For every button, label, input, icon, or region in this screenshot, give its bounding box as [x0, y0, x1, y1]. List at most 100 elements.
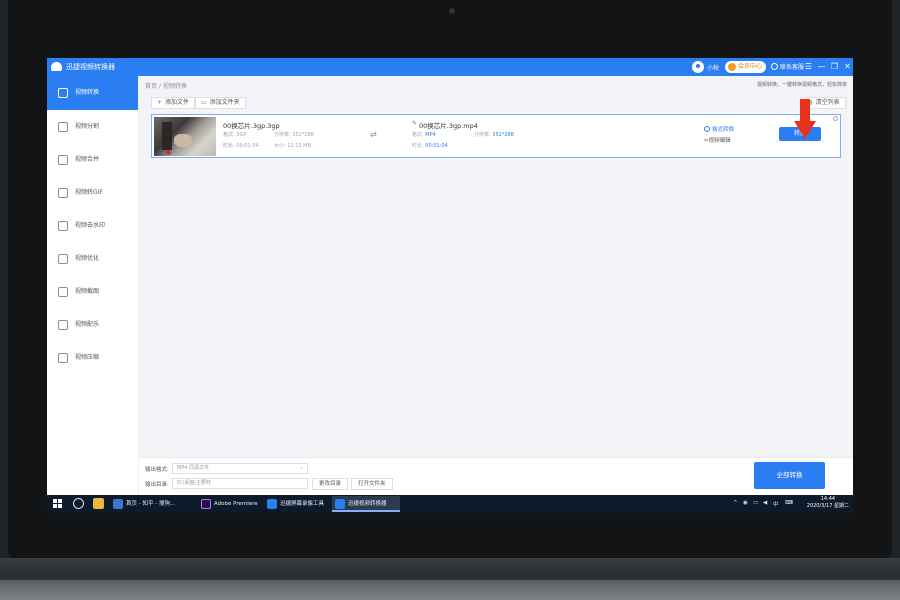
output-dir-field[interactable]: D:\桌面\主要材 [172, 478, 308, 489]
tray-arrow-icon[interactable]: ^ [733, 500, 738, 506]
file-explorer-icon[interactable] [93, 498, 104, 509]
tray-network-icon[interactable]: ▭ [753, 500, 758, 506]
sidebar-item-video-screenshot[interactable]: 视频截图 [47, 275, 138, 308]
tray-app-icon[interactable]: ◉ [743, 500, 748, 506]
add-folder-label: 添加文件夹 [209, 99, 240, 106]
logo-pane [53, 504, 57, 508]
taskbar-app-browser[interactable]: 首页 - 知乎 - 搜狗... [110, 496, 194, 512]
video-edit-link[interactable]: ✂视频编辑 [704, 136, 731, 144]
file-row: 00换芯片.3gp.3gp 格式: 3GP 分辨率: 352*288 时长: 0… [151, 114, 841, 158]
sidebar-item-remove-watermark[interactable]: 视频去水印 [47, 209, 138, 242]
sidebar-item-video-compress[interactable]: 视频压缩 [47, 341, 138, 374]
feature-slogan: 视频转换，一键转换视频格式，轻松简单 [756, 82, 847, 88]
windows-taskbar: 首页 - 知乎 - 搜狗... Adobe Premiere ... 迅捷屏幕录… [47, 495, 853, 513]
cloud-logo-icon [51, 62, 62, 71]
windows-start-icon[interactable] [53, 499, 62, 508]
close-icon[interactable]: ✕ [842, 60, 853, 73]
output-format-label: 输出格式: [145, 467, 169, 473]
shuffle-icon: ⇄ [370, 130, 377, 139]
vip-center-button[interactable]: 会员中心 [725, 61, 766, 73]
search-icon[interactable] [73, 498, 84, 509]
sidebar-item-video-split[interactable]: 视频分割 [47, 110, 138, 143]
chat-icon [771, 63, 778, 70]
thumb-shape [166, 150, 171, 155]
format-convert-label: 格式转换 [712, 127, 735, 133]
value: 12.13 MB [287, 143, 311, 149]
convert-all-button[interactable]: 全部转换 [754, 462, 825, 489]
tray-input-icon[interactable]: ⌨ [785, 500, 793, 506]
label: 分辨率: [474, 132, 491, 138]
add-file-button[interactable]: + 添加文件 [151, 97, 196, 109]
sidebar: 视频转换 视频分割 视频合并 视频转GIF 视频去水印 视频优化 视频截图 视频… [47, 76, 139, 495]
menu-icon[interactable]: ☰ [803, 60, 814, 73]
contact-service-button[interactable]: 联系客服 [771, 62, 804, 71]
settings-icon [704, 126, 710, 132]
label: 时长: [223, 143, 235, 149]
optimize-icon [58, 254, 68, 264]
sidebar-item-label: 视频去水印 [75, 222, 106, 229]
folder-icon: ▭ [201, 99, 207, 106]
ime-indicator[interactable]: 中 [773, 500, 779, 508]
logo-pane [53, 499, 57, 503]
value: 352*288 [492, 132, 514, 138]
value: 00:01:04 [236, 143, 259, 149]
source-file-name: 00换芯片.3gp.3gp [223, 122, 280, 130]
gif-icon [58, 188, 68, 198]
format-convert-link[interactable]: 格式转换 [704, 125, 734, 133]
sidebar-item-label: 视频分割 [75, 123, 100, 130]
webcam [449, 8, 455, 14]
value: 352*288 [292, 132, 314, 138]
target-file-name[interactable]: 00换芯片.3gp.mp4 [419, 120, 478, 130]
screenshot-icon [58, 287, 68, 297]
laptop-lip [0, 580, 900, 600]
sidebar-item-label: 视频转GIF [75, 189, 103, 196]
app-title: 迅捷视频转换器 [66, 63, 115, 71]
sidebar-item-video-convert[interactable]: 视频转换 [47, 76, 138, 110]
minimize-icon[interactable]: — [816, 60, 827, 73]
taskbar-app-label: 迅捷屏幕录像工具 [280, 501, 325, 507]
sidebar-item-video-music[interactable]: 视频配乐 [47, 308, 138, 341]
video-thumbnail[interactable] [154, 117, 216, 156]
thumb-shape [162, 122, 172, 150]
sidebar-item-video-gif[interactable]: 视频转GIF [47, 176, 138, 209]
output-dir-label: 输出目录: [145, 482, 169, 488]
open-folder-button[interactable]: 打开文件夹 [351, 478, 393, 490]
taskbar-app-screen-recorder[interactable]: 迅捷屏幕录像工具 [264, 496, 328, 512]
change-directory-button[interactable]: 更改目录 [312, 478, 349, 490]
clock-time: 14:44 [820, 496, 836, 502]
converter-icon [335, 499, 345, 509]
tray-volume-icon[interactable]: ◀ [763, 500, 767, 506]
sidebar-item-label: 视频压缩 [75, 354, 100, 361]
music-icon [58, 320, 68, 330]
sidebar-item-label: 视频转换 [75, 89, 100, 96]
convert-icon [58, 88, 68, 98]
output-format-select[interactable]: MP4 同源文件 ⌄ [172, 463, 308, 474]
main-panel: 首页 / 视频转换 视频转换，一键转换视频格式，轻松简单 + 添加文件 ▭ 添加文件… [139, 76, 853, 457]
user-name[interactable]: 小秋 [707, 63, 719, 72]
sidebar-item-label: 视频优化 [75, 255, 100, 262]
sidebar-item-video-optimize[interactable]: 视频优化 [47, 242, 138, 275]
add-folder-button[interactable]: ▭ 添加文件夹 [195, 97, 246, 109]
target-format: 格式: MP4 [412, 131, 436, 138]
vip-label: 会员中心 [738, 63, 763, 70]
vip-gem-icon [728, 63, 736, 71]
user-avatar-icon[interactable] [692, 61, 704, 73]
plus-icon: + [157, 99, 163, 106]
output-format-value: MP4 同源文件 [177, 465, 210, 471]
maximize-icon[interactable]: ❐ [829, 60, 840, 73]
recorder-icon [267, 499, 277, 509]
taskbar-app-label: 首页 - 知乎 - 搜狗... [126, 501, 176, 507]
taskbar-clock[interactable]: 14:44 2020/3/17 星期二 [807, 496, 849, 510]
taskbar-app-label: Adobe Premiere ... [214, 501, 258, 507]
breadcrumb: 首页 / 视频转换 [145, 83, 187, 90]
label: 格式: [223, 132, 235, 138]
taskbar-app-premiere[interactable]: Adobe Premiere ... [198, 496, 262, 512]
sidebar-item-video-merge[interactable]: 视频合并 [47, 143, 138, 176]
edit-name-icon[interactable]: ✎ [412, 120, 417, 127]
merge-icon [58, 155, 68, 165]
source-format: 格式: 3GP [223, 131, 246, 138]
taskbar-app-video-converter[interactable]: 迅捷视频转换器 [332, 496, 400, 512]
target-duration: 时长: 00:01:04 [412, 142, 448, 149]
taskbar-app-label: 迅捷视频转换器 [348, 501, 387, 507]
remove-file-icon[interactable] [833, 116, 838, 121]
